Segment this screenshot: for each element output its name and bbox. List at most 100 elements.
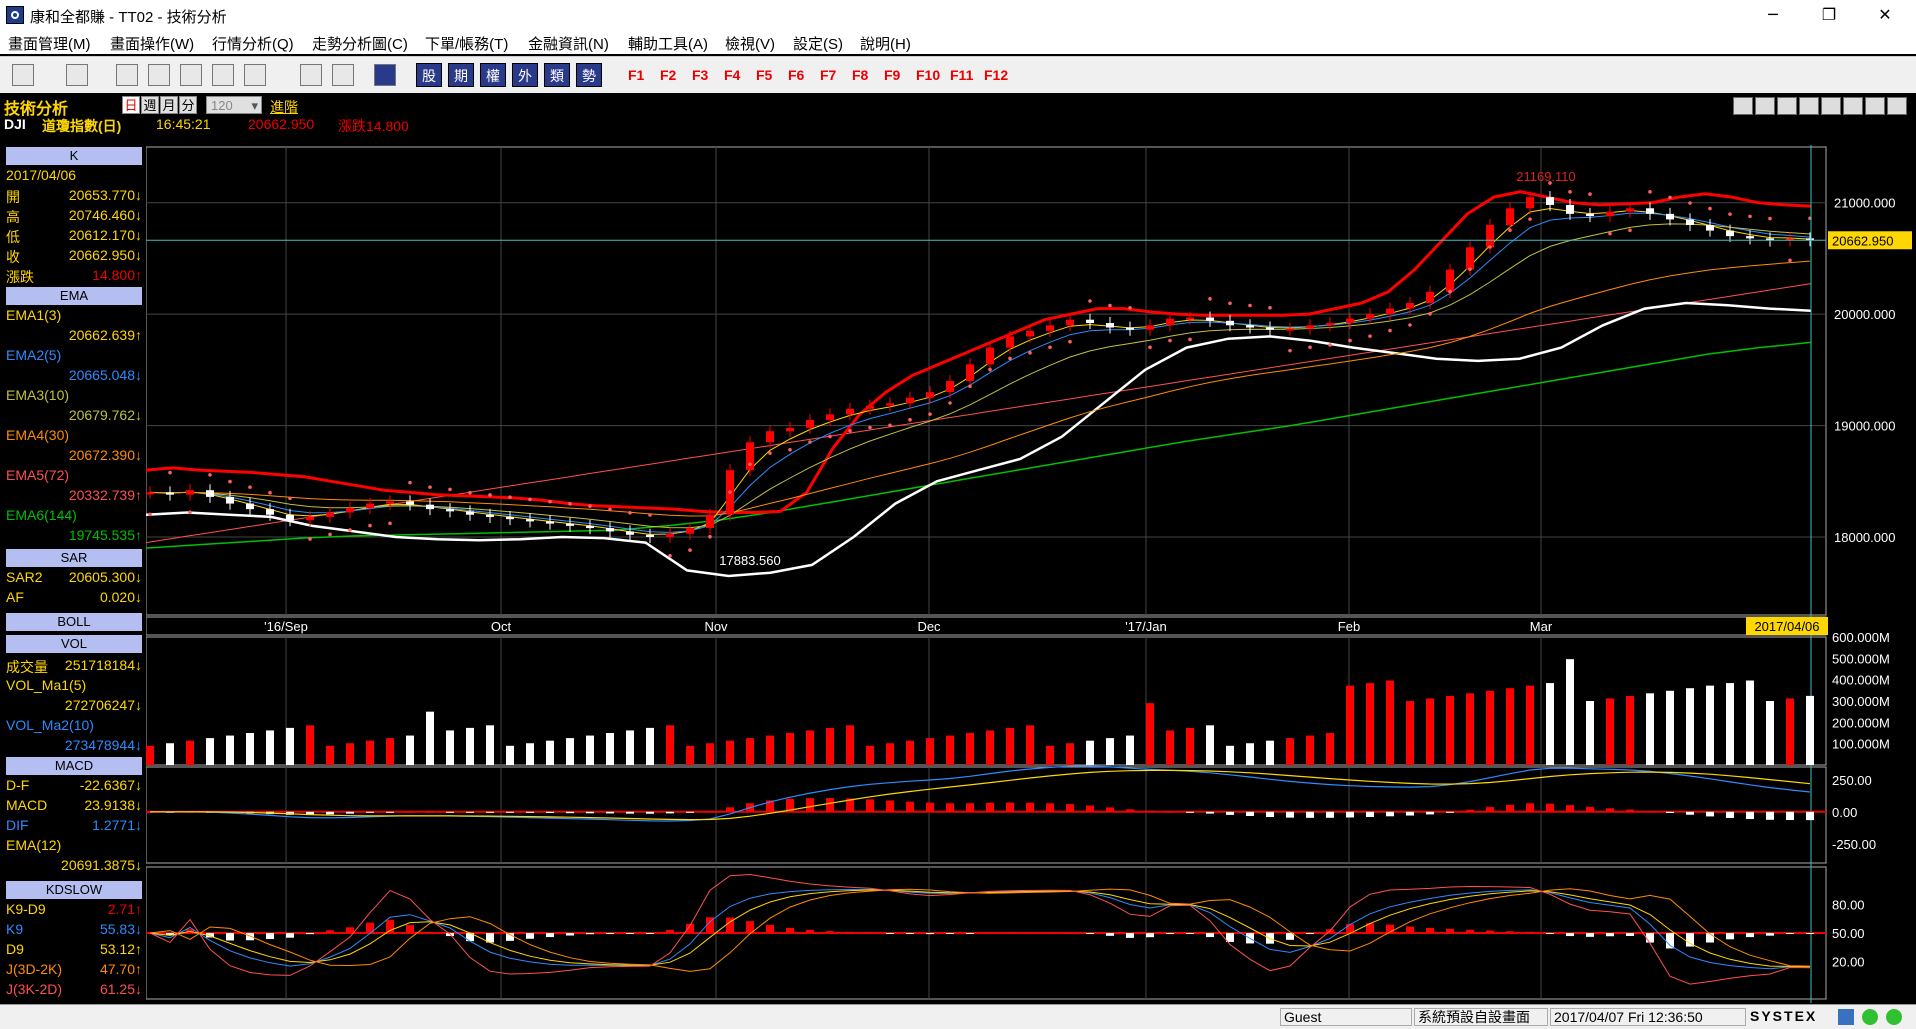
f9-key[interactable]: F9 (884, 67, 900, 83)
macd-header[interactable]: MACD (6, 757, 142, 775)
foreign-shortcut-button[interactable]: 外 (512, 63, 538, 87)
f8-key[interactable]: F8 (852, 67, 868, 83)
ema6-label: EMA6(144) (6, 507, 77, 523)
sar-dot (1668, 195, 1672, 200)
ema2-label: EMA2(5) (6, 347, 62, 363)
boll-header[interactable]: BOLL (6, 613, 142, 631)
globe-icon[interactable] (244, 64, 266, 86)
status-datetime: 2017/04/07 Fri 12:36:50 (1550, 1008, 1746, 1026)
menu-order-account[interactable]: 下單/帳務(T) (425, 33, 508, 54)
menu-trend-chart[interactable]: 走勢分析圖(C) (312, 33, 408, 54)
sar-dot (548, 499, 552, 504)
symbol-code: DJI (4, 116, 26, 132)
settings-icon[interactable] (1887, 97, 1907, 115)
close-button[interactable]: ✕ (1862, 0, 1908, 30)
advanced-link[interactable]: 進階 (270, 97, 298, 117)
candle (1006, 336, 1014, 348)
candle (986, 347, 994, 365)
candle (506, 516, 514, 520)
menu-settings[interactable]: 設定(S) (793, 33, 843, 54)
trend-shortcut-button[interactable]: 勢 (576, 63, 602, 87)
kd-bar (1786, 933, 1794, 934)
chart-window-icon[interactable] (12, 64, 34, 86)
sar-dot (1488, 245, 1492, 249)
k-header[interactable]: K (6, 147, 142, 165)
sar-dot (1208, 297, 1212, 301)
futures-shortcut-button[interactable]: 期 (448, 63, 474, 87)
menu-view[interactable]: 檢視(V) (725, 33, 775, 54)
kd-bar (1026, 932, 1034, 934)
menu-financial-info[interactable]: 金融資訊(N) (528, 33, 609, 54)
tab-week[interactable]: 週 (141, 96, 159, 114)
sar-dot (208, 473, 212, 477)
split-icon[interactable] (212, 64, 234, 86)
window-icon[interactable] (1865, 97, 1885, 115)
period-select[interactable]: 120 ▾ (206, 96, 262, 114)
sar-dot (668, 553, 672, 558)
macd-bar (1126, 809, 1134, 812)
candle (1526, 197, 1534, 209)
options-shortcut-button[interactable]: 權 (480, 63, 506, 87)
f1-key[interactable]: F1 (628, 67, 644, 83)
sar-dot (328, 532, 332, 537)
minus-icon[interactable] (1733, 97, 1753, 115)
draw-icon[interactable] (1821, 97, 1841, 115)
tab-minute[interactable]: 分 (179, 96, 197, 114)
kd-bar (526, 933, 534, 939)
f6-key[interactable]: F6 (788, 67, 804, 83)
plus-icon[interactable] (1755, 97, 1775, 115)
kdslow-header[interactable]: KDSLOW (6, 881, 142, 899)
monitor-icon[interactable] (332, 64, 354, 86)
menu-screen-operation[interactable]: 畫面操作(W) (110, 33, 194, 54)
category-shortcut-button[interactable]: 類 (544, 63, 570, 87)
zoom-out-icon[interactable] (1799, 97, 1819, 115)
kd-bar (326, 930, 334, 933)
zoom-icon[interactable] (116, 64, 138, 86)
sar-label: SAR2 (6, 569, 43, 585)
f7-key[interactable]: F7 (820, 67, 836, 83)
volume-bar (1666, 690, 1674, 765)
tab-day[interactable]: 日 (122, 96, 140, 114)
sar-dot (308, 537, 312, 541)
vol-header[interactable]: VOL (6, 635, 142, 653)
current-price-label: 20662.950 (1832, 233, 1893, 248)
menu-tools[interactable]: 輔助工具(A) (628, 33, 708, 54)
close-chart-icon[interactable] (148, 64, 170, 86)
ema-header[interactable]: EMA (6, 287, 142, 305)
tab-month[interactable]: 月 (160, 96, 178, 114)
k9-label: K9 (6, 921, 24, 937)
volume-bar (266, 730, 274, 765)
chart-area[interactable]: '16/Sep Oct Nov Dec '17/Jan Feb Mar 21000.000 20… (146, 145, 1916, 1003)
k9-line (149, 888, 1811, 970)
ema6-line (146, 341, 1812, 549)
f2-key[interactable]: F2 (660, 67, 676, 83)
f5-key[interactable]: F5 (756, 67, 772, 83)
logo-icon[interactable] (374, 64, 396, 86)
tools-icon[interactable] (300, 64, 322, 86)
menu-quote-analysis[interactable]: 行情分析(Q) (212, 33, 294, 54)
minimize-button[interactable]: ─ (1750, 0, 1796, 30)
candle (1646, 208, 1654, 214)
ema4-label: EMA4(30) (6, 427, 70, 443)
ema1-label: EMA1(3) (6, 307, 62, 323)
sar-dot (288, 496, 292, 501)
sar-header[interactable]: SAR (6, 549, 142, 567)
layout-icon[interactable] (180, 64, 202, 86)
candle (326, 512, 334, 517)
candle (306, 516, 314, 521)
save-icon[interactable] (1843, 97, 1863, 115)
f4-key[interactable]: F4 (724, 67, 740, 83)
print-icon[interactable] (66, 64, 88, 86)
menu-screen-management[interactable]: 畫面管理(M) (8, 33, 91, 54)
kd-bar (866, 932, 874, 934)
f11-key[interactable]: F11 (950, 67, 973, 83)
stock-shortcut-button[interactable]: 股 (416, 63, 442, 87)
volume-bar (1386, 680, 1394, 765)
menu-help[interactable]: 說明(H) (860, 33, 911, 54)
f10-key[interactable]: F10 (916, 67, 940, 83)
macd-bar (426, 811, 434, 813)
f3-key[interactable]: F3 (692, 67, 708, 83)
maximize-button[interactable]: ❐ (1806, 0, 1852, 30)
zoom-in-icon[interactable] (1777, 97, 1797, 115)
f12-key[interactable]: F12 (984, 67, 1008, 83)
